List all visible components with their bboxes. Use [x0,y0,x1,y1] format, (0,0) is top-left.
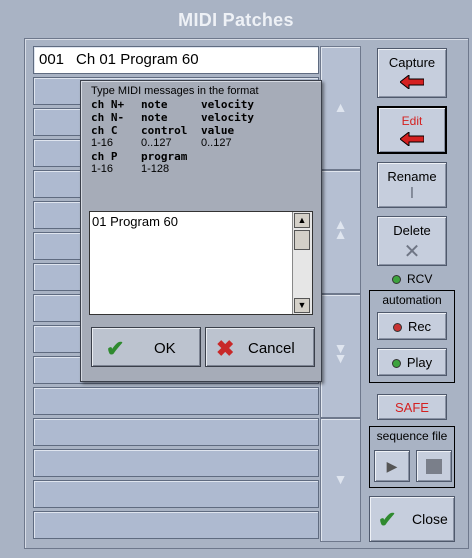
edit-button[interactable]: Edit [377,106,447,154]
delete-button[interactable]: Delete ✕ [377,216,447,266]
page-up-icon: ▲ ▲ [333,216,348,242]
patch-row[interactable] [33,449,319,477]
delete-x-icon: ✕ [403,241,421,263]
hint-cell: velocity [201,111,254,124]
play-led-icon [391,359,401,369]
page-down-icon: ▼ ▼ [333,340,348,366]
cancel-label: Cancel [248,340,295,357]
capture-button[interactable]: Capture [377,48,447,98]
checkmark-icon: ✔ [378,507,397,532]
scroll-top-button[interactable]: ▲ [320,46,361,170]
hint-cell: control [141,124,188,137]
hint-title: Type MIDI messages in the format [91,85,259,97]
automation-caption: automation [382,293,442,307]
scroll-thumb[interactable] [294,230,310,250]
left-arrow-icon [400,132,424,146]
play-triangle-icon: ▶ [386,458,398,474]
rec-button[interactable]: Rec [377,312,447,340]
checkmark-icon: ✔ [106,336,125,361]
hint-cell: ch P [91,150,118,163]
ok-button[interactable]: ✔ OK [91,327,201,367]
delete-label: Delete [393,223,431,238]
scroll-bottom-button[interactable]: ▼ [320,418,361,542]
sequence-stop-button[interactable] [416,450,452,482]
rename-button[interactable]: Rename I [377,162,447,208]
play-label-wrap: Play [378,355,446,370]
scroll-page-down-button[interactable]: ▼ ▼ [320,294,361,418]
left-arrow-icon [400,75,424,89]
patch-name: Ch 01 Program 60 [76,51,199,68]
patch-row[interactable] [33,480,319,508]
rcv-label: RCV [407,272,433,286]
hint-cell: ch C [91,124,118,137]
hint-line: ch C control value [91,124,271,137]
close-label: Close [412,511,448,527]
safe-button[interactable]: SAFE [377,394,447,420]
rec-led-icon [392,323,402,333]
midi-message-text: 01 Program 60 [92,214,178,229]
hint-cell: ch N- [91,111,125,124]
hint-cell: velocity [201,98,254,111]
hint-cell: 0..127 [141,137,172,149]
hint-line: ch N+ note velocity [91,98,271,111]
hint-line: 1-16 1-128 [91,163,271,176]
play-label: Play [406,355,433,370]
hint-line: 1-16 0..127 0..127 [91,137,271,150]
window-title: MIDI Patches [178,10,294,30]
scroll-down-icon[interactable]: ▼ [294,298,310,313]
scroll-up-icon[interactable]: ▲ [294,213,310,228]
hint-line: ch P program [91,150,271,163]
rec-label-wrap: Rec [378,319,446,334]
patch-row[interactable]: 001 Ch 01 Program 60 [33,46,319,74]
cancel-button[interactable]: ✖ Cancel [205,327,315,367]
format-hint: Type MIDI messages in the format ch N+ no… [91,85,271,176]
hint-cell [201,163,271,176]
rcv-indicator[interactable]: RCV [392,272,432,286]
x-icon: ✖ [216,336,235,361]
edit-dialog: Type MIDI messages in the format ch N+ no… [80,80,322,382]
hint-lines: ch N+ note velocity ch N-note velocity ch C co… [91,98,271,176]
text-cursor-icon: I [409,185,415,202]
hint-cell: program [141,150,188,163]
ok-label: OK [154,340,176,357]
hint-cell: note [141,98,168,111]
hint-line: ch N-note velocity [91,111,271,124]
midi-message-textarea[interactable]: 01 Program 60 ▲ ▼ [89,211,313,315]
textarea-scrollbar[interactable]: ▲ ▼ [292,212,312,314]
sequence-play-button[interactable]: ▶ [374,450,410,482]
scroll-page-up-button[interactable]: ▲ ▲ [320,170,361,294]
patch-row[interactable] [33,387,319,415]
close-button[interactable]: ✔ Close [369,496,455,542]
sequence-file-caption: sequence file [376,429,448,443]
hint-cell: ch N+ [91,98,125,111]
stop-square-icon [426,459,442,474]
capture-label: Capture [388,55,436,70]
rename-label: Rename [387,169,437,184]
patch-row[interactable] [33,511,319,539]
hint-cell: value [201,124,235,137]
patch-row[interactable] [33,418,319,446]
hint-cell: 1-16 [91,163,114,175]
scroll-bottom-icon: ▼ [333,471,348,487]
edit-label: Edit [401,114,423,128]
scroll-top-icon: ▲ [333,99,348,115]
rec-label: Rec [407,319,432,334]
rcv-led-icon [392,275,401,285]
safe-label: SAFE [395,400,429,415]
hint-cell [201,150,271,163]
hint-cell: 0..127 [201,137,232,149]
patch-number: 001 [39,51,65,68]
hint-cell: 1-16 [91,137,114,149]
hint-cell: note [141,111,168,124]
play-button[interactable]: Play [377,348,447,376]
hint-cell: 1-128 [141,163,170,175]
